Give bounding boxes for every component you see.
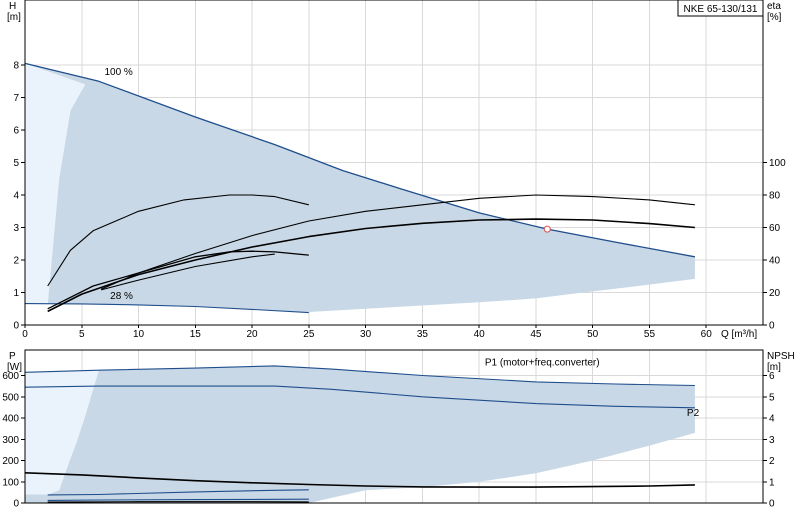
top-left-tick-label: 6 bbox=[13, 126, 19, 137]
top-left-tick-label: 0 bbox=[13, 321, 19, 332]
bot-left-tick-label: 100 bbox=[2, 477, 19, 488]
bot-right-tick-label: 2 bbox=[769, 456, 775, 467]
bottom-left-axis-label-unit: [W] bbox=[7, 362, 22, 373]
top-annotation-0: 100 % bbox=[104, 67, 132, 78]
bot-left-tick-label: 200 bbox=[2, 456, 19, 467]
top-left-tick-labels: 0 1 2 3 4 5 6 7 8 bbox=[13, 61, 25, 332]
bottom-right-axis-label-symbol: NPSH bbox=[767, 351, 795, 362]
model-title: NKE 65-130/131 bbox=[684, 4, 758, 15]
bot-left-tick-label: 0 bbox=[13, 499, 19, 510]
top-x-tick-label: 55 bbox=[644, 329, 656, 340]
top-x-tick-label: 25 bbox=[303, 329, 315, 340]
top-x-tick-label: 60 bbox=[701, 329, 713, 340]
top-left-tick-label: 7 bbox=[13, 93, 19, 104]
bot-right-tick-label: 0 bbox=[769, 499, 775, 510]
top-left-tick-label: 1 bbox=[13, 288, 19, 299]
top-right-tick-label: 40 bbox=[769, 256, 781, 267]
top-right-tick-label: 0 bbox=[769, 321, 775, 332]
top-left-axis-label-symbol: H bbox=[9, 1, 16, 12]
top-right-tick-label: 80 bbox=[769, 191, 781, 202]
top-left-tick-label: 2 bbox=[13, 256, 19, 267]
top-right-tick-labels: 0 20 40 60 80 100 bbox=[763, 158, 786, 332]
bot-right-tick-label: 5 bbox=[769, 392, 775, 403]
top-x-tick-label: 45 bbox=[530, 329, 542, 340]
bot-left-tick-label: 500 bbox=[2, 392, 19, 403]
bot-annotation-0: P1 (motor+freq.converter) bbox=[485, 357, 600, 368]
top-x-tick-label: 15 bbox=[190, 329, 202, 340]
top-right-axis-label-unit: [%] bbox=[767, 12, 782, 23]
bottom-right-tick-labels: 0123456 bbox=[763, 371, 775, 510]
top-x-axis-unit-label: Q [m³/h] bbox=[721, 329, 757, 340]
top-left-tick-label: 4 bbox=[13, 191, 19, 202]
bot-left-tick-label: 300 bbox=[2, 435, 19, 446]
operating-point-marker[interactable] bbox=[543, 225, 551, 233]
bottom-left-axis-label-symbol: P bbox=[9, 351, 16, 362]
bot-right-tick-label: 4 bbox=[769, 414, 775, 425]
top-x-tick-label: 20 bbox=[247, 329, 259, 340]
bottom-right-axis-label-unit: [m] bbox=[767, 362, 781, 373]
bottom-left-tick-labels: 0100200300400500600 bbox=[2, 371, 25, 510]
bot-right-tick-label: 1 bbox=[769, 477, 775, 488]
bot-left-tick-label: 400 bbox=[2, 414, 19, 425]
top-x-tick-label: 10 bbox=[133, 329, 145, 340]
top-right-tick-label: 60 bbox=[769, 223, 781, 234]
top-right-axis-label-symbol: eta bbox=[767, 1, 781, 12]
top-x-tick-label: 35 bbox=[417, 329, 429, 340]
top-x-tick-label: 0 bbox=[22, 329, 28, 340]
top-annotation-1: 28 % bbox=[110, 291, 133, 302]
top-right-tick-label: 20 bbox=[769, 288, 781, 299]
top-x-tick-label: 5 bbox=[79, 329, 85, 340]
top-left-axis-label-unit: [m] bbox=[7, 12, 21, 23]
top-envelope-area bbox=[25, 63, 695, 313]
pump-curve-chart: 0 5 10 15 20 25 30 35 40 45 50 55 60 012345678 02040… bbox=[2, 0, 795, 510]
top-x-tick-label: 30 bbox=[360, 329, 372, 340]
bot-annotation-1: P2 bbox=[687, 408, 700, 419]
top-left-tick-label: 3 bbox=[13, 223, 19, 234]
top-x-tick-labels: 0 5 10 15 20 25 30 35 40 45 50 55 60 bbox=[22, 325, 712, 340]
top-left-tick-label: 8 bbox=[13, 61, 19, 72]
bot-right-tick-label: 3 bbox=[769, 435, 775, 446]
bottom-panel: 0100200300400500600 0123456 P1 (motor+fr… bbox=[2, 349, 795, 510]
top-right-tick-label: 100 bbox=[769, 158, 786, 169]
top-x-tick-label: 50 bbox=[587, 329, 599, 340]
top-left-tick-label: 5 bbox=[13, 158, 19, 169]
top-panel: 0 5 10 15 20 25 30 35 40 45 50 55 60 012345678 02040… bbox=[7, 0, 786, 340]
top-x-tick-label: 40 bbox=[474, 329, 486, 340]
